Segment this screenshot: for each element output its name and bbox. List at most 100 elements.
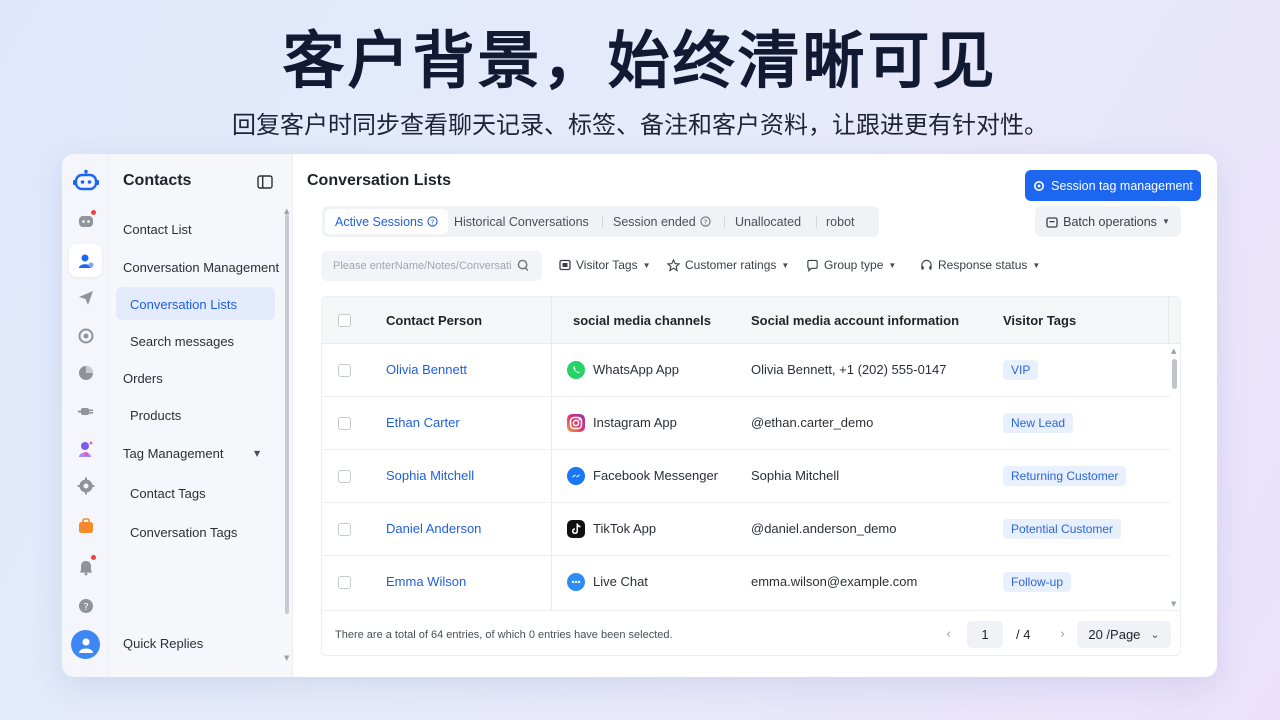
- help-icon[interactable]: ?: [69, 589, 102, 622]
- row-checkbox[interactable]: [338, 523, 351, 536]
- table-row[interactable]: Daniel Anderson TikTok App @daniel.ander…: [322, 503, 1170, 556]
- column-header-contact-person[interactable]: Contact Person: [386, 313, 482, 328]
- svg-text:?: ?: [83, 602, 88, 613]
- panel-title: Contacts: [123, 172, 192, 189]
- contact-name-link[interactable]: Sophia Mitchell: [386, 468, 474, 483]
- filter-group-type[interactable]: Group type ▼: [806, 258, 896, 272]
- sidebar-scrollbar[interactable]: [285, 214, 289, 614]
- table-scroll-down-icon[interactable]: ▼: [1171, 600, 1176, 608]
- visitor-tag-badge: Returning Customer: [1003, 466, 1127, 486]
- store-bag-icon[interactable]: [69, 509, 102, 542]
- headset-icon: [921, 259, 932, 270]
- column-header-account-info[interactable]: Social media account information: [751, 313, 959, 328]
- plug-icon[interactable]: [69, 394, 102, 427]
- account-info: @daniel.anderson_demo: [751, 521, 897, 536]
- row-checkbox[interactable]: [338, 417, 351, 430]
- batch-operations-label: Batch operations: [1063, 214, 1157, 229]
- page-title: Conversation Lists: [307, 172, 452, 189]
- conversation-table: Contact Person social media channels Soc…: [321, 296, 1181, 656]
- session-tag-management-label: Session tag management: [1051, 178, 1193, 193]
- help-icon: ?: [700, 216, 711, 227]
- messenger-icon: [567, 467, 585, 485]
- svg-text:?: ?: [703, 217, 707, 226]
- main-content: Conversation Lists Session tag managemen…: [293, 154, 1217, 677]
- account-info: emma.wilson@example.com: [751, 574, 918, 589]
- batch-operations-button[interactable]: Batch operations ▼: [1035, 206, 1181, 237]
- row-checkbox[interactable]: [338, 364, 351, 377]
- tab-historical-conversations[interactable]: Historical Conversations: [444, 209, 599, 234]
- tab-label: Unallocated: [735, 214, 802, 229]
- scroll-down-icon[interactable]: ▼: [284, 654, 289, 662]
- batch-icon: [1046, 216, 1058, 228]
- total-pages: / 4: [1016, 627, 1031, 642]
- live-chat-icon: [567, 573, 585, 591]
- target-icon[interactable]: [69, 319, 102, 352]
- sidebar-item-quick-replies[interactable]: Quick Replies: [123, 636, 203, 651]
- contact-name-link[interactable]: Daniel Anderson: [386, 521, 481, 536]
- search-box: [321, 251, 542, 281]
- tab-robot[interactable]: robot: [816, 209, 865, 234]
- pie-chart-icon[interactable]: [69, 356, 102, 389]
- bell-icon[interactable]: [69, 550, 102, 583]
- avatar[interactable]: [71, 630, 100, 659]
- select-all-checkbox[interactable]: [338, 314, 351, 327]
- table-row[interactable]: Olivia Bennett WhatsApp App Olivia Benne…: [322, 344, 1170, 397]
- caret-down-icon: ▼: [1161, 217, 1170, 226]
- account-info: @ethan.carter_demo: [751, 415, 874, 430]
- table-row[interactable]: Emma Wilson Live Chat emma.wilson@exampl…: [322, 556, 1170, 609]
- row-checkbox[interactable]: [338, 576, 351, 589]
- sidebar-item-contact-list[interactable]: Contact List: [123, 222, 192, 237]
- previous-page-icon[interactable]: ‹: [946, 627, 951, 642]
- search-icon[interactable]: [517, 259, 530, 272]
- tab-session-ended[interactable]: Session ended ?: [603, 209, 721, 234]
- tab-label: Active Sessions: [335, 214, 424, 229]
- sidebar-item-orders[interactable]: Orders: [123, 371, 163, 386]
- contacts-icon[interactable]: [69, 244, 102, 277]
- table-footer-divider: [322, 610, 1180, 611]
- sidebar-item-products[interactable]: Products: [130, 408, 181, 423]
- gear-icon: [1034, 180, 1045, 191]
- visitor-tag-badge: New Lead: [1003, 413, 1074, 433]
- filter-visitor-tags[interactable]: Visitor Tags ▼: [559, 258, 651, 272]
- instagram-icon: [567, 414, 585, 432]
- row-checkbox[interactable]: [338, 470, 351, 483]
- chevron-down-icon[interactable]: ▼: [254, 449, 260, 458]
- sidebar-item-conversation-tags[interactable]: Conversation Tags: [130, 525, 237, 540]
- tiktok-icon: [567, 520, 585, 538]
- next-page-icon[interactable]: ›: [1060, 627, 1065, 642]
- page-size-select[interactable]: 20 /Page ⌄: [1077, 621, 1171, 648]
- table-scrollbar[interactable]: [1172, 359, 1177, 389]
- table-row[interactable]: Sophia Mitchell Facebook Messenger Sophi…: [322, 450, 1170, 503]
- contact-name-link[interactable]: Ethan Carter: [386, 415, 460, 430]
- sidebar-collapse-icon[interactable]: [257, 174, 273, 189]
- sidebar-item-conversation-lists[interactable]: Conversation Lists: [130, 297, 237, 312]
- sidebar-item-search-messages[interactable]: Search messages: [130, 334, 234, 349]
- tab-active-sessions[interactable]: Active Sessions ?: [325, 209, 449, 234]
- contact-name-link[interactable]: Olivia Bennett: [386, 362, 467, 377]
- sidebar-item-tag-management[interactable]: Tag Management: [123, 446, 223, 461]
- channel-name: Live Chat: [593, 574, 648, 589]
- contact-name-link[interactable]: Emma Wilson: [386, 574, 466, 589]
- filter-customer-ratings[interactable]: Customer ratings ▼: [667, 258, 789, 272]
- table-scroll-up-icon[interactable]: ▲: [1171, 347, 1176, 355]
- sidebar-item-contact-tags[interactable]: Contact Tags: [130, 486, 206, 501]
- table-header: Contact Person social media channels Soc…: [322, 297, 1180, 344]
- table-row[interactable]: Ethan Carter Instagram App @ethan.carter…: [322, 397, 1170, 450]
- chevron-down-icon: ⌄: [1150, 629, 1160, 641]
- session-tabs: Active Sessions ? Historical Conversatio…: [322, 206, 879, 237]
- column-header-visitor-tags[interactable]: Visitor Tags: [1003, 313, 1076, 328]
- settings-gear-icon[interactable]: [69, 469, 102, 502]
- svg-text:?: ?: [431, 217, 435, 226]
- column-header-channels[interactable]: social media channels: [573, 313, 711, 328]
- session-tag-management-button[interactable]: Session tag management: [1025, 170, 1201, 201]
- caret-down-icon: ▼: [888, 260, 897, 270]
- tab-unallocated[interactable]: Unallocated: [725, 209, 811, 234]
- search-input[interactable]: [321, 251, 511, 281]
- sidebar-item-conversation-management[interactable]: Conversation Management: [123, 260, 279, 275]
- send-icon[interactable]: [69, 281, 102, 314]
- filter-label: Customer ratings: [685, 258, 777, 272]
- chat-bot-icon[interactable]: [69, 205, 102, 238]
- page-number-input[interactable]: 1: [967, 621, 1003, 648]
- ai-agent-icon[interactable]: [69, 432, 102, 465]
- filter-response-status[interactable]: Response status ▼: [920, 258, 1040, 272]
